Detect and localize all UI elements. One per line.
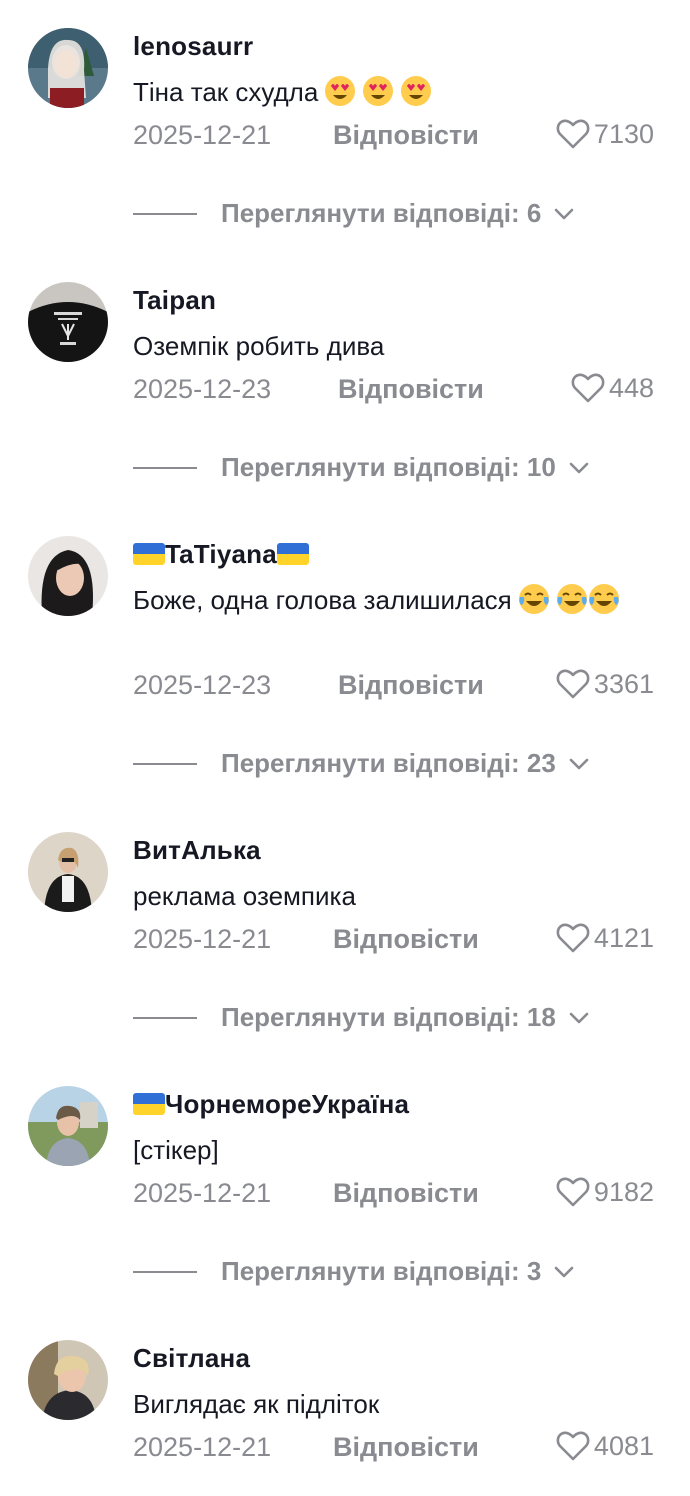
- like-count: 4081: [593, 1430, 654, 1461]
- chevron-down-icon[interactable]: [553, 1265, 575, 1279]
- comment-text: [стікер]: [133, 1130, 663, 1170]
- view-replies[interactable]: Переглянути відповіді: 6: [133, 198, 575, 229]
- heart-eyes-emoji: [325, 76, 356, 106]
- heart-eyes-emoji: [363, 76, 394, 106]
- comment-username[interactable]: lenosaurr: [133, 31, 253, 62]
- comment-text: Тіна так схудла: [133, 72, 663, 112]
- comment-body: реклама оземпика: [133, 881, 356, 911]
- view-replies-label[interactable]: Переглянути відповіді: 10: [221, 452, 556, 483]
- comment-body: Тіна так схудла: [133, 77, 319, 107]
- heart-icon[interactable]: [556, 668, 590, 700]
- comment-item: ЧорнемореУкраїна [стікер] 2025-12-21 Від…: [0, 1058, 690, 1312]
- like-count: 3361: [593, 668, 654, 699]
- comment-date: 2025-12-21: [133, 1178, 272, 1208]
- reply-button[interactable]: Відповісти: [333, 1432, 479, 1463]
- like-count: 9182: [593, 1176, 654, 1207]
- comment-body: Боже, одна голова залишилася: [133, 585, 512, 615]
- reply-button[interactable]: Відповісти: [338, 374, 484, 405]
- comment-date: 2025-12-21: [133, 1432, 272, 1462]
- avatar[interactable]: [28, 1340, 108, 1420]
- heart-eyes-emoji: [401, 76, 432, 106]
- comment-text: реклама оземпика: [133, 876, 663, 916]
- divider-line: [133, 466, 197, 469]
- heart-icon[interactable]: [556, 118, 590, 150]
- like-button[interactable]: 4081: [556, 1430, 654, 1462]
- comment-item: Світлана Виглядає як підліток 2025-12-21…: [0, 1312, 690, 1496]
- ukraine-flag-icon: [133, 1093, 165, 1115]
- like-count: 7130: [593, 118, 654, 149]
- view-replies-label[interactable]: Переглянути відповіді: 23: [221, 748, 556, 779]
- like-button[interactable]: 4121: [556, 922, 654, 954]
- view-replies[interactable]: Переглянути відповіді: 3: [133, 1256, 575, 1287]
- like-button[interactable]: 7130: [556, 118, 654, 150]
- like-count: 4121: [593, 922, 654, 953]
- divider-line: [133, 1270, 197, 1273]
- divider-line: [133, 762, 197, 765]
- comment-text: Оземпік робить дива: [133, 326, 663, 366]
- comment-body: Виглядає як підліток: [133, 1389, 380, 1419]
- comment-body: [стікер]: [133, 1135, 219, 1165]
- view-replies[interactable]: Переглянути відповіді: 10: [133, 452, 590, 483]
- like-button[interactable]: 9182: [556, 1176, 654, 1208]
- comment-username[interactable]: ЧорнемореУкраїна: [133, 1089, 409, 1120]
- comment-username[interactable]: Світлана: [133, 1343, 250, 1374]
- username-text[interactable]: Taipan: [133, 285, 216, 315]
- chevron-down-icon[interactable]: [553, 207, 575, 221]
- like-button[interactable]: 3361: [556, 668, 654, 700]
- username-text[interactable]: ЧорнемореУкраїна: [165, 1089, 409, 1119]
- chevron-down-icon[interactable]: [568, 757, 590, 771]
- like-button[interactable]: 448: [571, 372, 654, 404]
- divider-line: [133, 212, 197, 215]
- avatar[interactable]: [28, 832, 108, 912]
- comment-body: Оземпік робить дива: [133, 331, 385, 361]
- chevron-down-icon[interactable]: [568, 1011, 590, 1025]
- heart-icon[interactable]: [556, 1176, 590, 1208]
- divider-line: [133, 1016, 197, 1019]
- heart-icon[interactable]: [556, 922, 590, 954]
- username-text[interactable]: TaTiyana: [165, 539, 277, 569]
- ukraine-flag-icon: [133, 543, 165, 565]
- comment-item: ВитАлька реклама оземпика 2025-12-21 Від…: [0, 804, 690, 1058]
- tears-of-joy-emoji: [556, 584, 587, 614]
- comment-item: TaTiyana Боже, одна голова залишилася 20…: [0, 508, 690, 804]
- comment-username[interactable]: Taipan: [133, 285, 216, 316]
- reply-button[interactable]: Відповісти: [333, 924, 479, 955]
- ukraine-flag-icon: [276, 543, 309, 565]
- comment-date: 2025-12-21: [133, 924, 272, 954]
- comment-item: lenosaurr Тіна так схудла 2025-12-21 Від…: [0, 0, 690, 254]
- avatar[interactable]: [28, 28, 108, 108]
- comment-date: 2025-12-21: [133, 120, 272, 150]
- view-replies[interactable]: Переглянути відповіді: 18: [133, 1002, 590, 1033]
- view-replies-label[interactable]: Переглянути відповіді: 18: [221, 1002, 556, 1033]
- comment-text: Виглядає як підліток: [133, 1384, 663, 1424]
- view-replies-label[interactable]: Переглянути відповіді: 6: [221, 198, 541, 229]
- heart-icon[interactable]: [571, 372, 605, 404]
- tears-of-joy-emoji: [518, 584, 549, 614]
- avatar[interactable]: [28, 282, 108, 362]
- comment-username[interactable]: TaTiyana: [133, 539, 309, 570]
- view-replies-label[interactable]: Переглянути відповіді: 3: [221, 1256, 541, 1287]
- like-count: 448: [608, 372, 654, 403]
- reply-button[interactable]: Відповісти: [333, 120, 479, 151]
- comment-text: Боже, одна голова залишилася: [133, 580, 663, 620]
- heart-icon[interactable]: [556, 1430, 590, 1462]
- view-replies[interactable]: Переглянути відповіді: 23: [133, 748, 590, 779]
- reply-button[interactable]: Відповісти: [338, 670, 484, 701]
- chevron-down-icon[interactable]: [568, 461, 590, 475]
- username-text[interactable]: ВитАлька: [133, 835, 261, 865]
- comment-date: 2025-12-23: [133, 374, 272, 404]
- comment-username[interactable]: ВитАлька: [133, 835, 261, 866]
- username-text[interactable]: Світлана: [133, 1343, 250, 1373]
- tears-of-joy-emoji: [588, 584, 619, 614]
- comment-date: 2025-12-23: [133, 670, 272, 700]
- avatar[interactable]: [28, 1086, 108, 1166]
- username-text[interactable]: lenosaurr: [133, 31, 253, 61]
- avatar[interactable]: [28, 536, 108, 616]
- reply-button[interactable]: Відповісти: [333, 1178, 479, 1209]
- comment-item: Taipan Оземпік робить дива 2025-12-23 Ві…: [0, 254, 690, 508]
